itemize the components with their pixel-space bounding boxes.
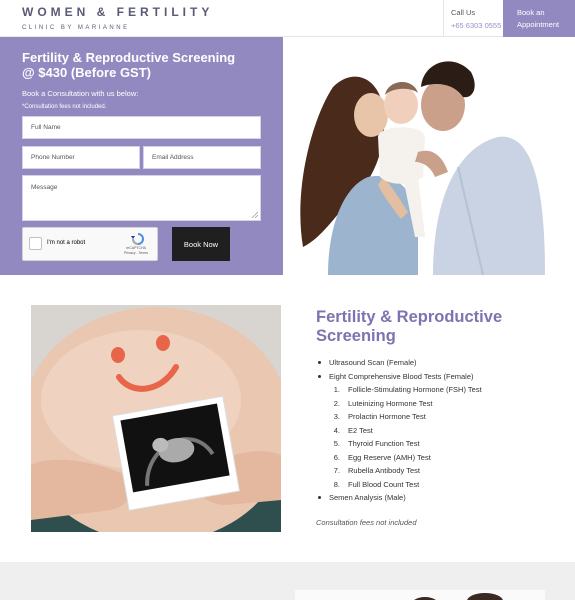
next-section-illustration bbox=[295, 593, 545, 600]
hero-title-line1: Fertility & Reproductive Screening bbox=[22, 50, 236, 65]
book-now-button[interactable]: Book Now bbox=[172, 227, 230, 261]
message-placeholder: Message bbox=[31, 184, 58, 191]
list-number: 6. bbox=[333, 452, 340, 462]
list-number: 4. bbox=[333, 425, 340, 435]
hero-title: Fertility & Reproductive Screening @ $43… bbox=[22, 50, 261, 80]
hero-title-line2: @ $430 (Before GST) bbox=[22, 65, 151, 80]
book-label-line2: Appointment bbox=[517, 20, 560, 29]
message-field[interactable]: Message bbox=[22, 175, 261, 221]
bullet-icon bbox=[318, 496, 321, 500]
list-item-text: Egg Reserve (AMH) Test bbox=[348, 452, 431, 462]
list-item-text: Thyroid Function Test bbox=[348, 439, 420, 449]
pregnancy-ultrasound-photo bbox=[31, 305, 281, 532]
list-item-text: Prolactin Hormone Test bbox=[348, 412, 426, 422]
list-item-text: Luteinizing Hormone Test bbox=[348, 398, 433, 408]
logo-sub-text: CLINIC BY MARIANNE bbox=[22, 25, 130, 31]
list-number: 2. bbox=[333, 398, 340, 408]
screening-list: Ultrasound Scan (Female) Eight Comprehen… bbox=[316, 356, 482, 505]
list-item-text: Eight Comprehensive Blood Tests (Female) bbox=[329, 371, 474, 381]
site-header: WOMEN & FERTILITY CLINIC BY MARIANNE Cal… bbox=[0, 0, 575, 37]
sub-list-item: 2. Luteinizing Hormone Test bbox=[316, 397, 482, 411]
list-item-text: Follicle-Stimulating Hormone (FSH) Test bbox=[348, 385, 482, 395]
list-item: Eight Comprehensive Blood Tests (Female) bbox=[316, 370, 482, 384]
full-name-field[interactable]: Full Name bbox=[22, 116, 261, 139]
next-section-photo bbox=[295, 590, 545, 600]
clinic-logo[interactable]: WOMEN & FERTILITY CLINIC BY MARIANNE bbox=[22, 5, 213, 31]
family-photo bbox=[283, 37, 575, 275]
screening-title: Fertility & Reproductive Screening bbox=[316, 308, 502, 346]
family-illustration bbox=[283, 37, 575, 275]
recaptcha-label: I'm not a robot bbox=[47, 240, 86, 246]
list-number: 8. bbox=[333, 479, 340, 489]
recaptcha-brand: reCAPTCHA Privacy - Terms bbox=[124, 246, 148, 256]
sub-list-item: 5. Thyroid Function Test bbox=[316, 437, 482, 451]
sub-list-item: 7. Rubella Antibody Test bbox=[316, 464, 482, 478]
list-number: 5. bbox=[333, 439, 340, 449]
sub-list-item: 8. Full Blood Count Test bbox=[316, 478, 482, 492]
list-item-text: Ultrasound Scan (Female) bbox=[329, 358, 417, 368]
consultation-fee-note: Consultation fees not included bbox=[316, 518, 417, 527]
sub-list-item: 6. Egg Reserve (AMH) Test bbox=[316, 451, 482, 465]
phone-field[interactable]: Phone Number bbox=[22, 146, 140, 169]
sub-list-item: 1. Follicle-Stimulating Hormone (FSH) Tes… bbox=[316, 383, 482, 397]
hero-subtitle: Book a Consultation with us below: bbox=[22, 89, 139, 98]
book-label-line1: Book an bbox=[517, 8, 545, 17]
phone-placeholder: Phone Number bbox=[31, 154, 75, 161]
pregnancy-illustration bbox=[31, 305, 281, 532]
screening-title-line1: Fertility & Reproductive bbox=[316, 308, 503, 326]
call-us-label: Call Us bbox=[451, 8, 476, 17]
call-us-block[interactable]: Call Us +65 6303 0555 bbox=[443, 0, 503, 37]
hero-note: *Consultation fees not included. bbox=[22, 104, 107, 110]
recaptcha-logo-icon bbox=[131, 233, 144, 245]
sub-list-item: 4. E2 Test bbox=[316, 424, 482, 438]
full-name-placeholder: Full Name bbox=[31, 124, 61, 131]
logo-main-text: WOMEN & FERTILITY bbox=[22, 5, 214, 19]
recaptcha-widget: I'm not a robot reCAPTCHA Privacy - Term… bbox=[22, 227, 158, 261]
bullet-icon bbox=[318, 374, 321, 378]
list-item: Semen Analysis (Male) bbox=[316, 491, 482, 505]
list-item-text: E2 Test bbox=[348, 425, 373, 435]
recaptcha-checkbox[interactable] bbox=[29, 237, 42, 250]
book-appointment-button[interactable]: Book an Appointment bbox=[503, 0, 575, 37]
bullet-icon bbox=[318, 361, 321, 365]
list-item-text: Rubella Antibody Test bbox=[348, 466, 420, 476]
list-item-text: Full Blood Count Test bbox=[348, 479, 420, 489]
screening-title-line2: Screening bbox=[316, 327, 396, 345]
email-placeholder: Email Address bbox=[152, 154, 194, 161]
resize-handle-icon[interactable] bbox=[252, 212, 258, 218]
phone-link[interactable]: +65 6303 0555 bbox=[451, 21, 503, 30]
list-number: 3. bbox=[333, 412, 340, 422]
list-number: 1. bbox=[333, 385, 340, 395]
recaptcha-links[interactable]: Privacy - Terms bbox=[124, 251, 148, 256]
email-field[interactable]: Email Address bbox=[143, 146, 261, 169]
list-item-text: Semen Analysis (Male) bbox=[329, 493, 406, 503]
list-number: 7. bbox=[333, 466, 340, 476]
sub-list-item: 3. Prolactin Hormone Test bbox=[316, 410, 482, 424]
list-item: Ultrasound Scan (Female) bbox=[316, 356, 482, 370]
